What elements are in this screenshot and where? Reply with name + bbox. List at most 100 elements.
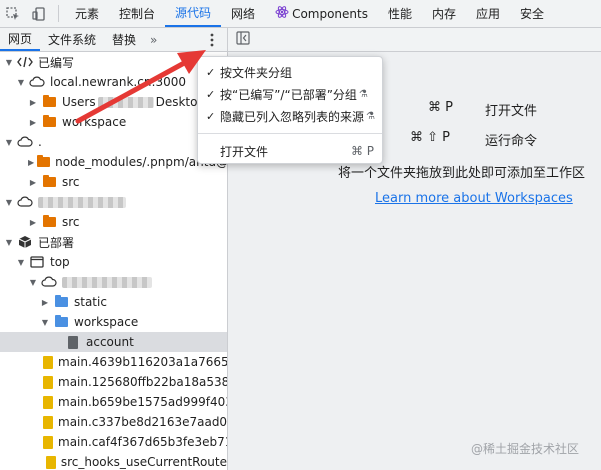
cloud-icon (29, 75, 45, 89)
cloud-icon (17, 195, 33, 209)
tree-item-redacted-origin[interactable]: ▼ (0, 192, 227, 212)
folder-icon (53, 295, 69, 309)
tab-application[interactable]: 应用 (466, 0, 510, 27)
menu-item-hide-ignored[interactable]: ✓ 隐藏已列入忽略列表的来源 ⚗ (198, 105, 382, 127)
tree-item-workspace[interactable]: ▶ workspace (0, 112, 227, 132)
expanded-arrow-icon: ▼ (5, 237, 13, 247)
collapsed-arrow-icon: ▶ (29, 217, 37, 227)
tree-item-workspace[interactable]: ▼ workspace (0, 312, 227, 332)
tree-label: workspace (74, 315, 139, 329)
tree-label: account (86, 335, 134, 349)
menu-item-open-file[interactable]: 打开文件 ⌘ P (198, 140, 382, 162)
folder-icon (41, 115, 57, 129)
experiment-flask-icon: ⚗ (366, 110, 375, 122)
tab-sources[interactable]: 源代码 (165, 0, 222, 27)
tab-memory[interactable]: 内存 (422, 0, 466, 27)
tree-item-redacted-origin[interactable]: ▼ (0, 272, 227, 292)
collapsed-arrow-icon: ▶ (29, 177, 37, 187)
menu-item-group-by-authored[interactable]: ✓ 按“已编写”/“已部署”分组 ⚗ (198, 83, 382, 105)
subtab-overrides[interactable]: 替换 (104, 28, 144, 51)
tree-label: static (74, 295, 107, 309)
tree-item-dot-origin[interactable]: ▼ . (0, 132, 227, 152)
tree-item-top[interactable]: ▼ top (0, 252, 227, 272)
folder-icon (41, 215, 57, 229)
context-menu: ✓ 按文件夹分组 ✓ 按“已编写”/“已部署”分组 ⚗ ✓ 隐藏已列入忽略列表的… (197, 56, 383, 164)
expanded-arrow-icon: ▼ (5, 57, 13, 67)
tab-security[interactable]: 安全 (510, 0, 554, 27)
toolbar-divider (58, 5, 59, 22)
tree-label: main.c337be8d2163e7aad03 (58, 415, 228, 429)
tab-components[interactable]: Components (265, 0, 378, 27)
tree-item-src[interactable]: ▶ src (0, 212, 227, 232)
collapsed-arrow-icon: ▶ (41, 297, 49, 307)
file-tree: ▼ 已编写 ▼ local.newrank.cn:3000 ▶ Users De… (0, 52, 227, 470)
menu-item-label: 打开文件 (220, 144, 269, 159)
tree-item-file[interactable]: main.4639b116203a1a7665c (0, 352, 227, 372)
tab-components-label: Components (292, 6, 368, 21)
collapsed-arrow-icon: ▶ (28, 157, 35, 167)
tree-item-account[interactable]: account (0, 332, 227, 352)
tab-performance[interactable]: 性能 (378, 0, 422, 27)
cube-icon (17, 235, 33, 249)
editor-toolbar (228, 28, 601, 52)
menu-item-group-by-folder[interactable]: ✓ 按文件夹分组 (198, 61, 382, 83)
tree-label: src (62, 175, 80, 189)
tree-item-src[interactable]: ▶ src (0, 172, 227, 192)
expanded-arrow-icon: ▼ (41, 317, 49, 327)
react-icon (275, 5, 289, 22)
tree-item-static[interactable]: ▶ static (0, 292, 227, 312)
watermark: @稀土掘金技术社区 (471, 442, 580, 456)
tree-item-file[interactable]: main.caf4f367d65b3fe3eb71 (0, 432, 227, 452)
navigator-panel: 网页 文件系统 替换 » ▼ 已编写 ▼ local.newrank.cn:30… (0, 28, 228, 470)
menu-item-label: 隐藏已列入忽略列表的来源 (220, 109, 365, 124)
check-icon: ✓ (206, 109, 216, 123)
tree-item-file[interactable]: src_hooks_useCurrentRoute (0, 452, 227, 470)
tree-item-authored[interactable]: ▼ 已编写 (0, 52, 227, 72)
shortcut-keys: ⌘ ⇧ P (410, 130, 450, 145)
tree-item-file[interactable]: main.c337be8d2163e7aad03 (0, 412, 227, 432)
tree-label: top (50, 255, 70, 269)
more-options-icon[interactable] (204, 31, 220, 49)
tree-label: Users (62, 95, 96, 109)
toggle-navigator-icon[interactable] (236, 31, 250, 48)
more-tabs-button[interactable]: » (144, 28, 163, 51)
menu-divider (198, 133, 382, 134)
folder-icon (53, 315, 69, 329)
learn-more-link[interactable]: Learn more about Workspaces (375, 191, 573, 206)
tree-item-host[interactable]: ▼ local.newrank.cn:3000 (0, 72, 227, 92)
shortcut-label: 运行命令 (485, 134, 538, 149)
file-icon (65, 335, 81, 349)
tree-label: workspace (62, 115, 127, 129)
tab-network[interactable]: 网络 (221, 0, 265, 27)
redacted-text (97, 96, 154, 108)
tree-item-file[interactable]: main.125680ffb22ba18a5382 (0, 372, 227, 392)
tree-label: src_hooks_useCurrentRoute (60, 455, 227, 469)
tree-item-users[interactable]: ▶ Users Desktop (0, 92, 227, 112)
experiment-flask-icon: ⚗ (358, 88, 368, 100)
tree-label: main.caf4f367d65b3fe3eb71 (58, 435, 228, 449)
subtab-filesystem[interactable]: 文件系统 (40, 28, 104, 51)
tab-elements[interactable]: 元素 (65, 0, 109, 27)
tree-item-deployed[interactable]: ▼ 已部署 (0, 232, 227, 252)
navigator-tabs: 网页 文件系统 替换 » (0, 28, 227, 52)
tree-label: main.125680ffb22ba18a5382 (58, 375, 228, 389)
menu-item-shortcut: ⌘ P (350, 144, 374, 158)
cloud-icon (41, 275, 57, 289)
check-icon: ✓ (206, 87, 216, 101)
subtab-page[interactable]: 网页 (0, 28, 41, 51)
code-icon (17, 55, 33, 69)
tree-label: main.4639b116203a1a7665c (58, 355, 228, 369)
file-icon (43, 375, 53, 389)
inspect-element-icon[interactable] (0, 0, 26, 27)
device-toolbar-icon[interactable] (26, 0, 52, 27)
tree-label: 已部署 (38, 235, 75, 250)
tree-item-node-modules[interactable]: ▶ node_modules/.pnpm/antd@4. (0, 152, 227, 172)
folder-icon (37, 155, 51, 169)
tree-item-file[interactable]: main.b659be1575ad999f403 (0, 392, 227, 412)
expanded-arrow-icon: ▼ (5, 137, 13, 147)
tab-console[interactable]: 控制台 (109, 0, 165, 27)
collapsed-arrow-icon: ▶ (29, 97, 37, 107)
tree-label: src (62, 215, 80, 229)
tree-label: . (38, 135, 42, 149)
tree-label: local.newrank.cn:3000 (50, 75, 187, 89)
